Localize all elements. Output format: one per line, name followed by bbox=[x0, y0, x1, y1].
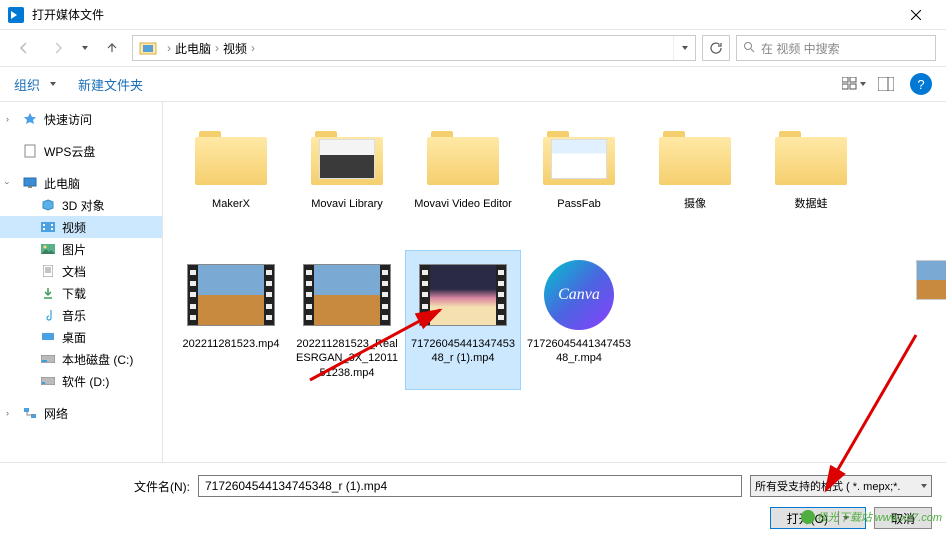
search-placeholder: 在 视频 中搜索 bbox=[761, 40, 840, 57]
sidebar-desktop[interactable]: 桌面 bbox=[0, 326, 162, 348]
chevron-right-icon: › bbox=[6, 114, 9, 124]
chevron-right-icon: › bbox=[6, 408, 9, 418]
folder-icon bbox=[311, 125, 383, 185]
download-icon bbox=[40, 285, 56, 301]
drive-icon bbox=[40, 373, 56, 389]
watermark: 极光下载站 www.xz7.com bbox=[801, 509, 942, 525]
breadcrumb-root[interactable]: 此电脑 bbox=[175, 40, 211, 57]
address-bar: › 此电脑 › 视频 › 在 视频 中搜索 bbox=[0, 30, 946, 66]
sidebar-quick-access[interactable]: ›快速访问 bbox=[0, 108, 162, 130]
chevron-right-icon: › bbox=[247, 41, 259, 55]
dialog-footer: 文件名(N): 所有受支持的格式 ( *. mepx;*. 打开(O) 取消 bbox=[0, 462, 946, 541]
folder-item[interactable]: Movavi Video Editor bbox=[405, 110, 521, 250]
cube-icon bbox=[40, 197, 56, 213]
folder-item[interactable]: 数据蛙 bbox=[753, 110, 869, 250]
arrow-right-icon bbox=[51, 41, 65, 55]
video-item[interactable]: 202211281523_RealESRGAN_3X_1201151238.mp… bbox=[289, 250, 405, 390]
video-icon bbox=[40, 219, 56, 235]
sidebar-documents[interactable]: 文档 bbox=[0, 260, 162, 282]
close-button[interactable] bbox=[893, 1, 938, 29]
nav-back-button[interactable] bbox=[10, 34, 38, 62]
caret-down-icon bbox=[860, 82, 866, 86]
logo-icon bbox=[801, 510, 815, 524]
nav-forward-button[interactable] bbox=[44, 34, 72, 62]
sidebar-music[interactable]: 音乐 bbox=[0, 304, 162, 326]
caret-down-icon bbox=[50, 82, 56, 86]
help-button[interactable]: ? bbox=[910, 73, 932, 95]
video-item-selected[interactable]: 7172604544134745348_r (1).mp4 bbox=[405, 250, 521, 390]
refresh-button[interactable] bbox=[702, 35, 730, 61]
sidebar-pictures[interactable]: 图片 bbox=[0, 238, 162, 260]
breadcrumb-current[interactable]: 视频 bbox=[223, 40, 247, 57]
breadcrumb-dropdown[interactable] bbox=[673, 36, 695, 60]
preview-thumbnail bbox=[916, 260, 946, 300]
new-folder-button[interactable]: 新建文件夹 bbox=[78, 75, 143, 94]
preview-pane-button[interactable] bbox=[872, 71, 900, 97]
picture-icon bbox=[40, 241, 56, 257]
chevron-right-icon: › bbox=[163, 41, 175, 55]
caret-down-icon bbox=[682, 46, 688, 50]
sidebar-videos[interactable]: 视频 bbox=[0, 216, 162, 238]
video-item[interactable]: Canva7172604544134745348_r.mp4 bbox=[521, 250, 637, 390]
video-item[interactable]: 202211281523.mp4 bbox=[173, 250, 289, 390]
folder-icon bbox=[195, 125, 267, 185]
sidebar-downloads[interactable]: 下载 bbox=[0, 282, 162, 304]
refresh-icon bbox=[709, 41, 723, 55]
organize-button[interactable]: 组织 bbox=[14, 75, 56, 94]
caret-down-icon bbox=[82, 46, 88, 50]
folder-icon bbox=[775, 125, 847, 185]
preview-icon bbox=[878, 77, 894, 91]
folder-icon bbox=[427, 125, 499, 185]
sidebar-this-pc[interactable]: ›此电脑 bbox=[0, 172, 162, 194]
folder-item[interactable]: PassFab bbox=[521, 110, 637, 250]
music-icon bbox=[40, 307, 56, 323]
canva-icon: Canva bbox=[544, 260, 614, 330]
video-thumbnail-icon bbox=[419, 264, 507, 326]
drive-icon bbox=[40, 351, 56, 367]
nav-up-button[interactable] bbox=[98, 34, 126, 62]
breadcrumb[interactable]: › 此电脑 › 视频 › bbox=[132, 35, 696, 61]
document-icon bbox=[40, 263, 56, 279]
folder-item[interactable]: 摄像 bbox=[637, 110, 753, 250]
search-icon bbox=[743, 41, 755, 56]
close-icon bbox=[911, 10, 921, 20]
chevron-down-icon: › bbox=[3, 182, 13, 185]
search-input[interactable]: 在 视频 中搜索 bbox=[736, 35, 936, 61]
nav-history-dropdown[interactable] bbox=[78, 46, 92, 50]
sidebar-wps-cloud[interactable]: WPS云盘 bbox=[0, 140, 162, 162]
file-list[interactable]: MakerX Movavi Library Movavi Video Edito… bbox=[163, 102, 946, 462]
folder-icon bbox=[139, 40, 157, 56]
arrow-up-icon bbox=[105, 41, 119, 55]
monitor-icon bbox=[22, 175, 38, 191]
folder-icon bbox=[543, 125, 615, 185]
video-thumbnail-icon bbox=[303, 264, 391, 326]
sidebar-network[interactable]: ›网络 bbox=[0, 402, 162, 424]
caret-down-icon bbox=[921, 484, 927, 488]
help-icon: ? bbox=[917, 77, 924, 92]
window-title: 打开媒体文件 bbox=[32, 6, 893, 23]
file-filter-select[interactable]: 所有受支持的格式 ( *. mepx;*. bbox=[750, 475, 932, 497]
app-icon bbox=[8, 7, 24, 23]
folder-icon bbox=[659, 125, 731, 185]
folder-item[interactable]: Movavi Library bbox=[289, 110, 405, 250]
desktop-icon bbox=[40, 329, 56, 345]
star-icon bbox=[22, 111, 38, 127]
arrow-left-icon bbox=[17, 41, 31, 55]
document-icon bbox=[22, 143, 38, 159]
title-bar: 打开媒体文件 bbox=[0, 0, 946, 30]
sidebar-3d-objects[interactable]: 3D 对象 bbox=[0, 194, 162, 216]
filename-label: 文件名(N): bbox=[134, 478, 190, 495]
view-mode-button[interactable] bbox=[840, 71, 868, 97]
dialog-toolbar: 组织 新建文件夹 ? bbox=[0, 66, 946, 102]
network-icon bbox=[22, 405, 38, 421]
thumbnails-icon bbox=[842, 77, 858, 91]
chevron-right-icon: › bbox=[211, 41, 223, 55]
folder-item[interactable]: MakerX bbox=[173, 110, 289, 250]
sidebar-drive-c[interactable]: 本地磁盘 (C:) bbox=[0, 348, 162, 370]
sidebar-drive-d[interactable]: 软件 (D:) bbox=[0, 370, 162, 392]
filename-input[interactable] bbox=[198, 475, 742, 497]
sidebar: ›快速访问 WPS云盘 ›此电脑 3D 对象 视频 图片 文档 下载 音乐 桌面… bbox=[0, 102, 163, 462]
video-thumbnail-icon bbox=[187, 264, 275, 326]
